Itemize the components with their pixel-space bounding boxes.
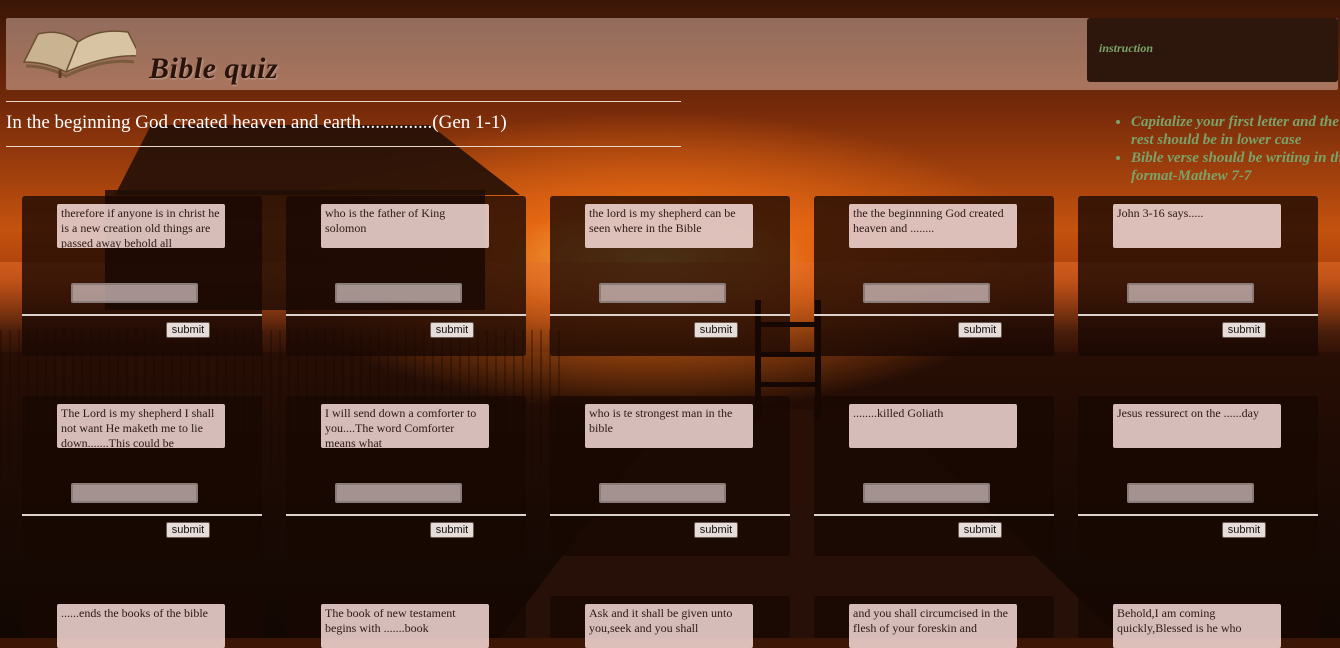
question-card: and you shall circumcised in the flesh o… xyxy=(814,596,1054,648)
question-text: the the beginnning God created heaven an… xyxy=(849,204,1017,248)
card-divider xyxy=(286,514,526,516)
verse-top-rule xyxy=(6,101,681,102)
question-card: Ask and it shall be given unto you,seek … xyxy=(550,596,790,648)
question-card: who is the father of King solomon submit xyxy=(286,196,526,356)
boathouse-roof xyxy=(115,125,520,195)
submit-button[interactable]: submit xyxy=(694,322,738,338)
instruction-rules: Capitalize your first letter and the res… xyxy=(1107,113,1340,185)
question-text: The Lord is my shepherd I shall not want… xyxy=(57,404,225,448)
question-text: Ask and it shall be given unto you,seek … xyxy=(585,604,753,648)
answer-input[interactable] xyxy=(599,483,726,503)
question-text: ......ends the books of the bible xyxy=(57,604,225,648)
instruction-panel: instruction xyxy=(1087,18,1338,82)
answer-input[interactable] xyxy=(71,283,198,303)
question-text: who is te strongest man in the bible xyxy=(585,404,753,448)
question-text: I will send down a comforter to you....T… xyxy=(321,404,489,448)
submit-button[interactable]: submit xyxy=(1222,322,1266,338)
question-card: The book of new testament begins with ..… xyxy=(286,596,526,648)
answer-input[interactable] xyxy=(71,483,198,503)
question-card: therefore if anyone is in christ he is a… xyxy=(22,196,262,356)
submit-button[interactable]: submit xyxy=(166,522,210,538)
rule-item: Bible verse should be writing in this fo… xyxy=(1131,149,1340,185)
submit-button[interactable]: submit xyxy=(958,322,1002,338)
verse-of-the-day: In the beginning God created heaven and … xyxy=(6,112,507,133)
card-divider xyxy=(22,514,262,516)
submit-button[interactable]: submit xyxy=(166,322,210,338)
submit-button[interactable]: submit xyxy=(430,322,474,338)
question-text: ........killed Goliath xyxy=(849,404,1017,448)
question-card: the lord is my shepherd can be seen wher… xyxy=(550,196,790,356)
verse-bottom-rule xyxy=(6,146,681,147)
question-text: John 3-16 says..... xyxy=(1113,204,1281,248)
answer-input[interactable] xyxy=(863,283,990,303)
question-card: ........killed Goliath submit xyxy=(814,396,1054,556)
card-divider xyxy=(1078,514,1318,516)
instruction-title: instruction xyxy=(1099,41,1154,55)
question-text: who is the father of King solomon xyxy=(321,204,489,248)
question-card: The Lord is my shepherd I shall not want… xyxy=(22,396,262,556)
answer-input[interactable] xyxy=(599,283,726,303)
question-card: John 3-16 says..... submit xyxy=(1078,196,1318,356)
card-divider xyxy=(550,314,790,316)
open-book-icon xyxy=(22,30,136,78)
card-divider xyxy=(286,314,526,316)
question-text: therefore if anyone is in christ he is a… xyxy=(57,204,225,248)
card-divider xyxy=(1078,314,1318,316)
card-divider xyxy=(814,514,1054,516)
rule-item: Capitalize your first letter and the res… xyxy=(1131,113,1340,149)
submit-button[interactable]: submit xyxy=(694,522,738,538)
answer-input[interactable] xyxy=(863,483,990,503)
card-divider xyxy=(550,514,790,516)
submit-button[interactable]: submit xyxy=(1222,522,1266,538)
question-card: Jesus ressurect on the ......day submit xyxy=(1078,396,1318,556)
question-text: Jesus ressurect on the ......day xyxy=(1113,404,1281,448)
question-text: the lord is my shepherd can be seen wher… xyxy=(585,204,753,248)
answer-input[interactable] xyxy=(335,283,462,303)
answer-input[interactable] xyxy=(1127,283,1254,303)
question-card: the the beginnning God created heaven an… xyxy=(814,196,1054,356)
question-card: I will send down a comforter to you....T… xyxy=(286,396,526,556)
question-text: The book of new testament begins with ..… xyxy=(321,604,489,648)
question-card: who is te strongest man in the bible sub… xyxy=(550,396,790,556)
question-text: Behold,I am coming quickly,Blessed is he… xyxy=(1113,604,1281,648)
submit-button[interactable]: submit xyxy=(430,522,474,538)
answer-input[interactable] xyxy=(1127,483,1254,503)
card-divider xyxy=(22,314,262,316)
site-title: Bible quiz xyxy=(149,52,279,85)
question-card: Behold,I am coming quickly,Blessed is he… xyxy=(1078,596,1318,648)
question-card: ......ends the books of the bible xyxy=(22,596,262,648)
question-text: and you shall circumcised in the flesh o… xyxy=(849,604,1017,648)
answer-input[interactable] xyxy=(335,483,462,503)
submit-button[interactable]: submit xyxy=(958,522,1002,538)
card-divider xyxy=(814,314,1054,316)
